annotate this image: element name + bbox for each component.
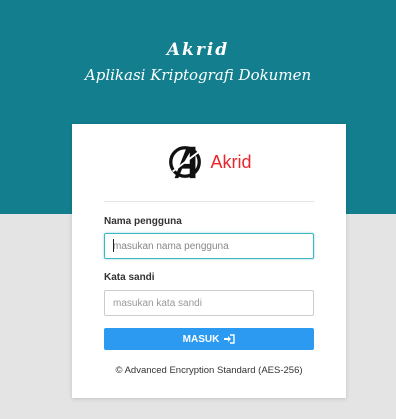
brand-name: Akrid — [210, 151, 252, 172]
password-label: Kata sandi — [104, 272, 155, 283]
brand: Akrid — [72, 141, 346, 183]
text-caret — [113, 239, 114, 252]
username-input[interactable] — [104, 233, 314, 259]
sign-in-icon — [224, 334, 236, 344]
footer-text: © Advanced Encryption Standard (AES-256) — [115, 365, 303, 376]
login-button-label: MASUK — [182, 333, 220, 345]
app-title: Akrid — [166, 40, 230, 60]
password-input[interactable] — [104, 290, 314, 316]
app-subtitle: Aplikasi Kriptografi Dokumen — [84, 66, 312, 84]
divider — [104, 201, 314, 202]
login-button[interactable]: MASUK — [104, 328, 314, 350]
username-label: Nama pengguna — [104, 216, 182, 227]
avengers-logo-icon — [169, 146, 202, 179]
login-card: Akrid Nama pengguna Kata sandi MASUK © A… — [72, 124, 346, 398]
